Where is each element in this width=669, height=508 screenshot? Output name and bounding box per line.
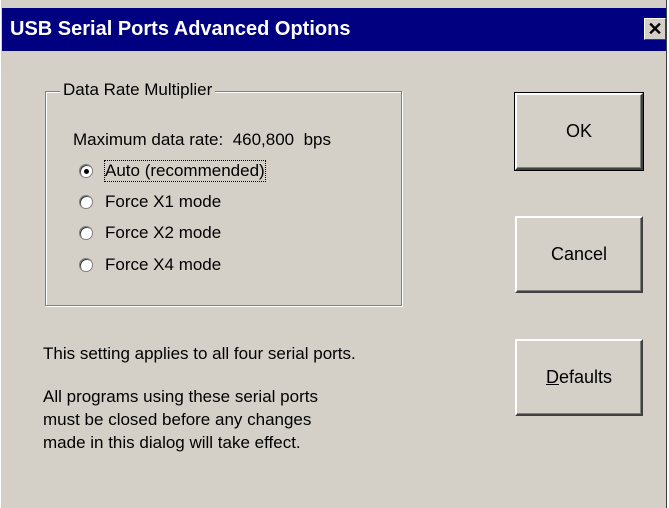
window-title: USB Serial Ports Advanced Options	[10, 18, 351, 40]
radio-button-icon[interactable]	[79, 164, 93, 178]
close-programs-note: All programs using these serial ports mu…	[43, 385, 318, 454]
radio-label-force-x4: Force X4 mode	[105, 255, 222, 274]
radio-auto[interactable]: Auto (recommended)	[79, 160, 266, 182]
radio-label-force-x1: Force X1 mode	[105, 192, 222, 211]
ok-button[interactable]: OK	[514, 92, 644, 171]
radio-button-icon[interactable]	[79, 226, 93, 240]
max-rate-label: Maximum data rate:	[73, 130, 224, 149]
radio-selected-dot	[84, 169, 89, 174]
radio-force-x4[interactable]: Force X4 mode	[79, 254, 221, 276]
max-rate-value: 460,800	[232, 130, 295, 149]
group-legend: Data Rate Multiplier	[60, 80, 216, 100]
radio-button-icon[interactable]	[79, 258, 93, 272]
max-data-rate-text: Maximum data rate: 460,800 bps	[73, 130, 331, 150]
note-line: All programs using these serial ports	[43, 387, 318, 406]
radio-force-x1[interactable]: Force X1 mode	[79, 191, 221, 213]
max-rate-unit: bps	[303, 130, 332, 149]
radio-force-x2[interactable]: Force X2 mode	[79, 222, 221, 244]
radio-button-icon[interactable]	[79, 195, 93, 209]
cancel-button[interactable]: Cancel	[515, 216, 643, 293]
advanced-options-dialog: USB Serial Ports Advanced Options ✕ Data…	[0, 0, 667, 508]
title-bar[interactable]: USB Serial Ports Advanced Options ✕	[2, 8, 666, 51]
defaults-mnemonic: D	[545, 367, 559, 387]
close-icon[interactable]: ✕	[644, 18, 666, 40]
note-line: must be closed before any changes	[43, 410, 312, 429]
radio-label-force-x2: Force X2 mode	[105, 223, 222, 242]
data-rate-multiplier-group: Data Rate Multiplier Maximum data rate: …	[45, 80, 402, 306]
defaults-button[interactable]: Defaults	[515, 339, 643, 416]
applies-note: This setting applies to all four serial …	[43, 344, 356, 363]
note-line: made in this dialog will take effect.	[43, 433, 301, 452]
defaults-label-rest: efaults	[558, 367, 613, 387]
radio-label-auto: Auto (recommended)	[104, 160, 266, 182]
